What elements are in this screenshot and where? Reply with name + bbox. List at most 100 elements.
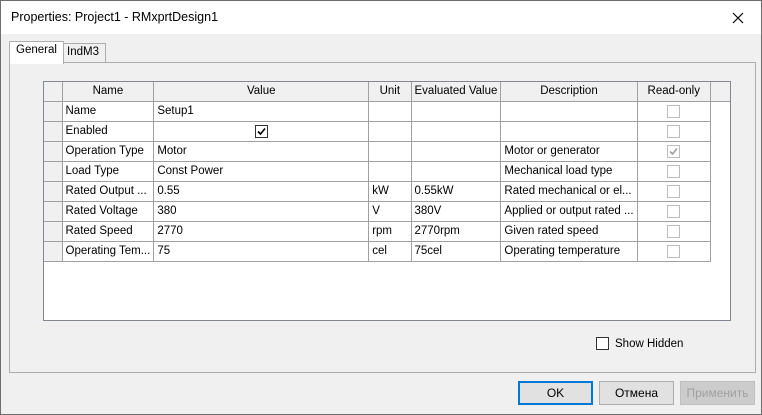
cell-description: Motor or generator bbox=[500, 141, 638, 162]
cell-value[interactable]: 0.55 bbox=[153, 181, 370, 202]
ok-button[interactable]: OK bbox=[518, 381, 593, 405]
close-icon bbox=[732, 12, 744, 23]
row-header[interactable] bbox=[44, 201, 63, 222]
window-title: Properties: Project1 - RMxprtDesign1 bbox=[11, 10, 219, 24]
cell-value[interactable]: Motor bbox=[153, 141, 370, 162]
cancel-button[interactable]: Отмена bbox=[599, 381, 674, 405]
cell-read-only[interactable] bbox=[637, 161, 711, 182]
column-header-value[interactable]: Value bbox=[153, 82, 370, 102]
row-header[interactable] bbox=[44, 101, 63, 122]
table-row[interactable]: Rated Speed 2770 rpm 2770rpm Given rated spe… bbox=[44, 221, 730, 242]
cell-evaluated-value bbox=[411, 161, 502, 182]
cell-name: Rated Speed bbox=[62, 221, 155, 242]
cell-name: Operating Tem... bbox=[62, 241, 155, 262]
row-spacer bbox=[710, 161, 730, 181]
cell-name: Name bbox=[62, 101, 155, 122]
cell-description bbox=[500, 121, 638, 142]
cell-value[interactable] bbox=[153, 121, 370, 142]
cell-unit[interactable]: rpm bbox=[368, 221, 412, 242]
apply-button[interactable]: Применить bbox=[680, 381, 755, 405]
cell-description: Applied or output rated ... bbox=[500, 201, 638, 222]
read-only-checkbox[interactable] bbox=[667, 144, 681, 158]
read-only-checkbox[interactable] bbox=[667, 164, 681, 178]
read-only-checkbox[interactable] bbox=[667, 204, 681, 218]
read-only-checkbox[interactable] bbox=[667, 104, 681, 118]
cell-unit[interactable]: cel bbox=[368, 241, 412, 262]
cell-evaluated-value: 380V bbox=[411, 201, 502, 222]
cell-unit[interactable] bbox=[368, 101, 412, 122]
cell-read-only[interactable] bbox=[637, 241, 711, 262]
row-header[interactable] bbox=[44, 141, 63, 162]
row-header[interactable] bbox=[44, 221, 63, 242]
read-only-checkbox[interactable] bbox=[667, 244, 681, 258]
cell-value[interactable]: 2770 bbox=[153, 221, 370, 242]
cell-description: Rated mechanical or el... bbox=[500, 181, 638, 202]
read-only-checkbox[interactable] bbox=[667, 184, 681, 198]
row-spacer bbox=[710, 241, 730, 261]
properties-table: Name Value Unit Evaluated Value Descript… bbox=[44, 82, 730, 262]
row-spacer bbox=[710, 221, 730, 241]
tab-general[interactable]: General bbox=[9, 41, 64, 64]
corner-header bbox=[44, 82, 63, 102]
properties-dialog: Properties: Project1 - RMxprtDesign1 Gen… bbox=[0, 0, 762, 415]
cell-value[interactable]: 380 bbox=[153, 201, 370, 222]
cell-description: Given rated speed bbox=[500, 221, 638, 242]
cell-value[interactable]: 75 bbox=[153, 241, 370, 262]
tab-indm3[interactable]: IndM3 bbox=[60, 43, 106, 63]
show-hidden-checkbox[interactable] bbox=[596, 337, 609, 350]
cell-read-only[interactable] bbox=[637, 221, 711, 242]
cell-read-only[interactable] bbox=[637, 201, 711, 222]
cell-unit[interactable]: kW bbox=[368, 181, 412, 202]
header-spacer bbox=[710, 82, 730, 102]
row-header[interactable] bbox=[44, 121, 63, 142]
cell-unit[interactable] bbox=[368, 141, 412, 162]
cell-unit[interactable] bbox=[368, 161, 412, 182]
cell-name: Load Type bbox=[62, 161, 155, 182]
row-header[interactable] bbox=[44, 241, 63, 262]
column-header-description[interactable]: Description bbox=[500, 82, 638, 102]
cell-read-only[interactable] bbox=[637, 101, 711, 122]
table-row[interactable]: Operation Type Motor Motor or generator bbox=[44, 141, 730, 162]
cell-evaluated-value bbox=[411, 141, 502, 162]
row-spacer bbox=[710, 201, 730, 221]
table-row[interactable]: Rated Voltage 380 V 380V Applied or output r… bbox=[44, 201, 730, 222]
row-header[interactable] bbox=[44, 161, 63, 182]
table-row[interactable]: Operating Tem... 75 cel 75cel Operating temp… bbox=[44, 241, 730, 262]
title-bar: Properties: Project1 - RMxprtDesign1 bbox=[1, 1, 761, 34]
row-header[interactable] bbox=[44, 181, 63, 202]
column-header-evaluated-value[interactable]: Evaluated Value bbox=[411, 82, 502, 102]
cell-evaluated-value: 2770rpm bbox=[411, 221, 502, 242]
read-only-checkbox[interactable] bbox=[667, 224, 681, 238]
row-spacer bbox=[710, 141, 730, 161]
cell-description: Operating temperature bbox=[500, 241, 638, 262]
cell-description: Mechanical load type bbox=[500, 161, 638, 182]
enabled-checkbox[interactable] bbox=[254, 124, 268, 138]
row-spacer bbox=[710, 121, 730, 141]
column-header-unit[interactable]: Unit bbox=[368, 82, 412, 102]
cell-value[interactable]: Setup1 bbox=[153, 101, 370, 122]
cell-evaluated-value bbox=[411, 101, 502, 122]
cell-read-only[interactable] bbox=[637, 121, 711, 142]
close-button[interactable] bbox=[715, 1, 761, 34]
column-header-read-only[interactable]: Read-only bbox=[637, 82, 711, 102]
row-spacer bbox=[710, 101, 730, 121]
cell-unit[interactable] bbox=[368, 121, 412, 142]
table-row[interactable]: Enabled bbox=[44, 121, 730, 142]
cell-name: Rated Output ... bbox=[62, 181, 155, 202]
column-header-name[interactable]: Name bbox=[62, 82, 155, 102]
properties-grid: Name Value Unit Evaluated Value Descript… bbox=[43, 81, 731, 321]
cell-evaluated-value bbox=[411, 121, 502, 142]
cell-evaluated-value: 0.55kW bbox=[411, 181, 502, 202]
table-row[interactable]: Rated Output ... 0.55 kW 0.55kW Rated mechan… bbox=[44, 181, 730, 202]
show-hidden-toggle[interactable]: Show Hidden bbox=[596, 337, 683, 350]
cell-value[interactable]: Const Power bbox=[153, 161, 370, 182]
cell-unit[interactable]: V bbox=[368, 201, 412, 222]
cell-read-only[interactable] bbox=[637, 181, 711, 202]
table-row[interactable]: Load Type Const Power Mechanical load type bbox=[44, 161, 730, 182]
read-only-checkbox[interactable] bbox=[667, 124, 681, 138]
table-row[interactable]: Name Setup1 bbox=[44, 101, 730, 122]
cell-read-only[interactable] bbox=[637, 141, 711, 162]
show-hidden-label: Show Hidden bbox=[615, 337, 684, 350]
cell-name: Operation Type bbox=[62, 141, 155, 162]
cell-description bbox=[500, 101, 638, 122]
